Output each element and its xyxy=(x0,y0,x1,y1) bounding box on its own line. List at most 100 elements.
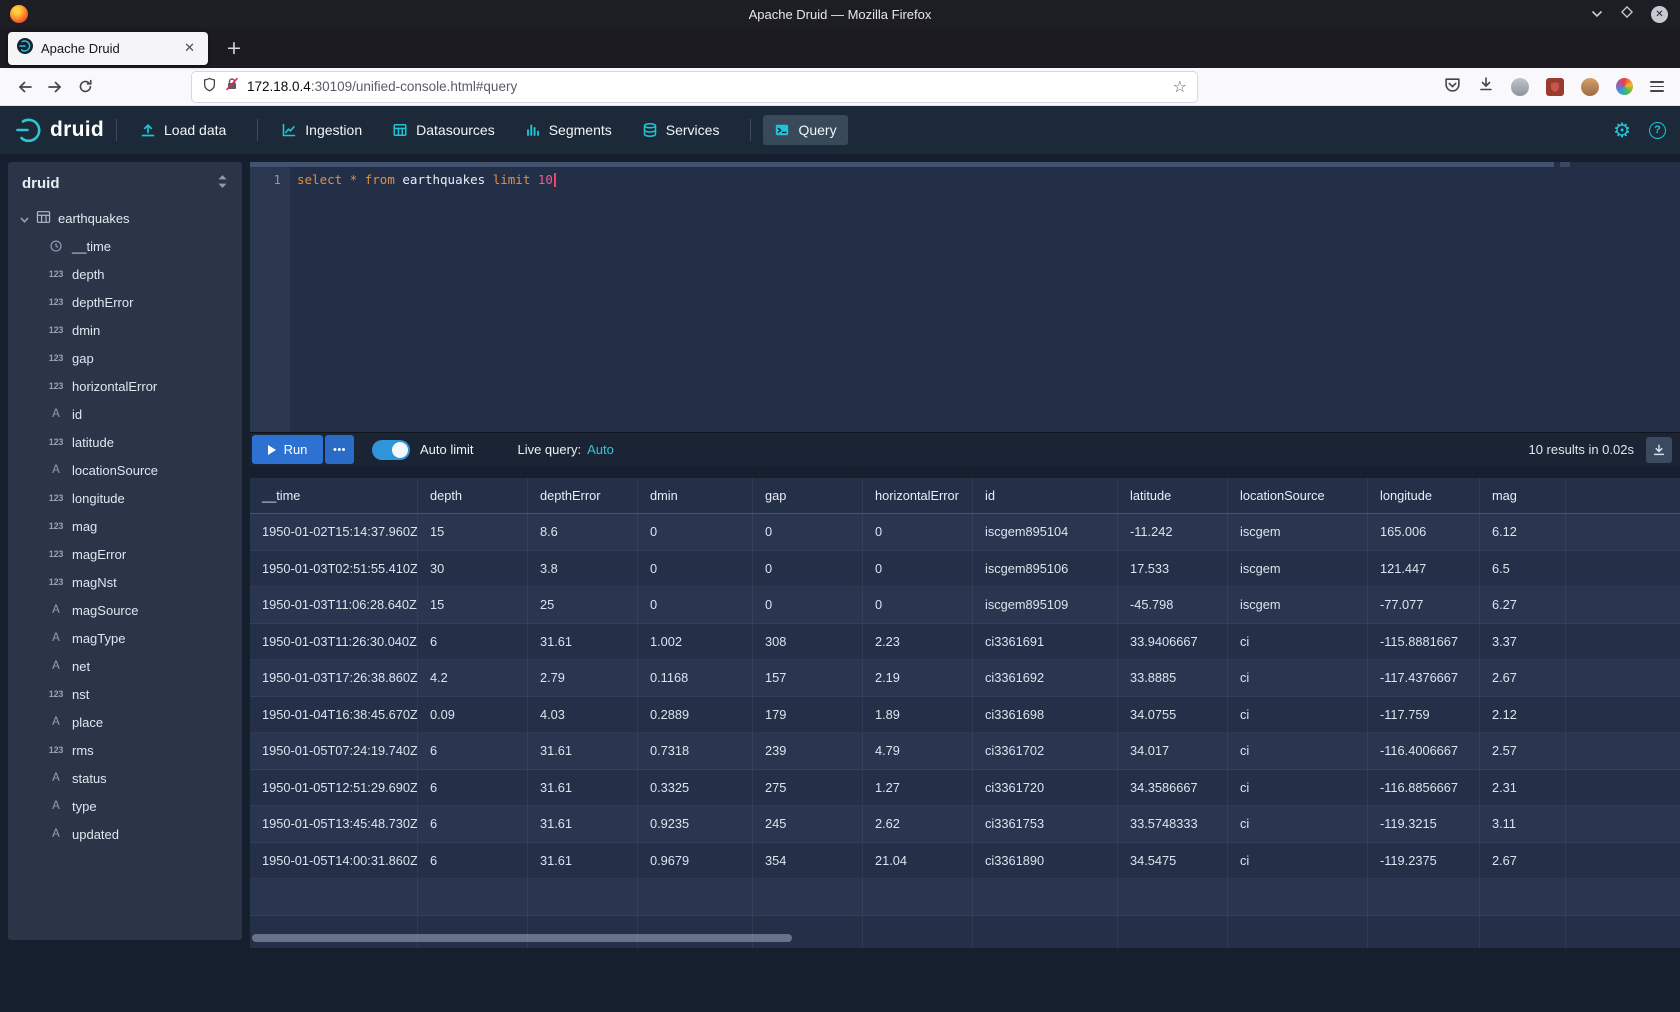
nav-ingestion[interactable]: Ingestion xyxy=(270,115,373,145)
sidebar-column-item[interactable]: Astatus xyxy=(8,764,242,792)
sidebar-column-item[interactable]: __time xyxy=(8,232,242,260)
ublock-extension-icon[interactable] xyxy=(1546,78,1564,96)
table-cell[interactable]: 0 xyxy=(638,551,753,587)
menu-icon[interactable] xyxy=(1650,81,1664,92)
table-cell[interactable]: ci xyxy=(1228,806,1368,842)
sidebar-column-item[interactable]: AmagType xyxy=(8,624,242,652)
sidebar-column-item[interactable]: 123magError xyxy=(8,540,242,568)
table-cell[interactable]: 0.09 xyxy=(418,697,528,733)
insecure-lock-icon[interactable] xyxy=(225,77,239,96)
table-cell[interactable]: ci3361698 xyxy=(973,697,1118,733)
table-cell[interactable]: iscgem895104 xyxy=(973,514,1118,550)
table-cell[interactable]: 2.67 xyxy=(1480,660,1566,696)
table-cell[interactable]: -116.8856667 xyxy=(1368,770,1480,806)
table-cell[interactable]: ci xyxy=(1228,770,1368,806)
window-shade-button[interactable] xyxy=(1591,5,1603,23)
settings-gear-icon[interactable]: ⚙ xyxy=(1613,120,1631,140)
sidebar-column-item[interactable]: AmagSource xyxy=(8,596,242,624)
column-header[interactable]: mag xyxy=(1480,478,1566,513)
table-cell[interactable]: 15 xyxy=(418,587,528,623)
sidebar-column-item[interactable]: 123depth xyxy=(8,260,242,288)
sidebar-column-item[interactable]: 123latitude xyxy=(8,428,242,456)
table-cell[interactable]: 1950-01-04T16:38:45.670Z xyxy=(250,697,418,733)
table-cell[interactable]: 8.6 xyxy=(528,514,638,550)
table-cell[interactable]: 0 xyxy=(638,514,753,550)
table-cell[interactable]: 1950-01-05T12:51:29.690Z xyxy=(250,770,418,806)
table-cell[interactable]: 0 xyxy=(863,514,973,550)
code-area[interactable]: select * from earthquakes limit 10 xyxy=(290,162,1680,432)
auto-limit-toggle[interactable] xyxy=(372,440,410,460)
table-cell[interactable]: 1.002 xyxy=(638,624,753,660)
table-cell[interactable]: 0.3325 xyxy=(638,770,753,806)
sidebar-column-item[interactable]: 123mag xyxy=(8,512,242,540)
column-header[interactable]: depth xyxy=(418,478,528,513)
table-cell[interactable]: 6.5 xyxy=(1480,551,1566,587)
sidebar-column-item[interactable]: 123magNst xyxy=(8,568,242,596)
table-cell[interactable]: 34.017 xyxy=(1118,733,1228,769)
table-cell[interactable]: 1950-01-03T17:26:38.860Z xyxy=(250,660,418,696)
table-cell[interactable]: 308 xyxy=(753,624,863,660)
back-button[interactable] xyxy=(10,72,40,102)
table-cell[interactable]: 0.9679 xyxy=(638,843,753,879)
table-cell[interactable]: 1950-01-05T07:24:19.740Z xyxy=(250,733,418,769)
table-cell[interactable]: -11.242 xyxy=(1118,514,1228,550)
table-cell[interactable]: -77.077 xyxy=(1368,587,1480,623)
table-cell[interactable]: 3.8 xyxy=(528,551,638,587)
table-cell[interactable]: 34.5475 xyxy=(1118,843,1228,879)
nav-load-data[interactable]: Load data xyxy=(129,115,237,145)
table-cell[interactable]: 0.1168 xyxy=(638,660,753,696)
table-cell[interactable]: -45.798 xyxy=(1118,587,1228,623)
bookmark-star-icon[interactable]: ☆ xyxy=(1173,77,1187,96)
window-maximize-button[interactable] xyxy=(1621,5,1633,23)
editor-scrollbar[interactable] xyxy=(250,162,1554,167)
table-cell[interactable]: 2.67 xyxy=(1480,843,1566,879)
table-cell[interactable]: 245 xyxy=(753,806,863,842)
table-cell[interactable]: -116.4006667 xyxy=(1368,733,1480,769)
table-cell[interactable]: 2.79 xyxy=(528,660,638,696)
table-cell[interactable]: 30 xyxy=(418,551,528,587)
table-cell[interactable]: iscgem xyxy=(1228,587,1368,623)
column-header[interactable]: gap xyxy=(753,478,863,513)
nav-datasources[interactable]: Datasources xyxy=(381,115,506,145)
table-cell[interactable]: iscgem xyxy=(1228,551,1368,587)
sidebar-column-item[interactable]: 123dmin xyxy=(8,316,242,344)
new-tab-button[interactable]: + xyxy=(220,37,248,59)
table-cell[interactable]: 1950-01-05T13:45:48.730Z xyxy=(250,806,418,842)
table-cell[interactable]: 4.79 xyxy=(863,733,973,769)
table-cell[interactable]: ci3361753 xyxy=(973,806,1118,842)
help-icon[interactable]: ? xyxy=(1649,122,1666,139)
table-cell[interactable]: 239 xyxy=(753,733,863,769)
url-text[interactable]: 172.18.0.4:30109/unified-console.html#qu… xyxy=(247,79,1165,94)
table-cell[interactable]: 0 xyxy=(753,587,863,623)
profile-extension-icon[interactable] xyxy=(1581,78,1599,96)
nav-segments[interactable]: Segments xyxy=(514,115,623,145)
account-icon[interactable] xyxy=(1511,78,1529,96)
window-close-button[interactable]: ✕ xyxy=(1651,6,1668,23)
column-header[interactable]: id xyxy=(973,478,1118,513)
sidebar-column-item[interactable]: Aupdated xyxy=(8,820,242,848)
datasource-item[interactable]: earthquakes xyxy=(8,204,242,232)
table-cell[interactable]: 31.61 xyxy=(528,843,638,879)
downloads-icon[interactable] xyxy=(1478,76,1494,97)
table-cell[interactable]: 6 xyxy=(418,733,528,769)
table-cell[interactable]: 17.533 xyxy=(1118,551,1228,587)
table-cell[interactable]: 31.61 xyxy=(528,770,638,806)
table-cell[interactable]: 6.12 xyxy=(1480,514,1566,550)
sidebar-column-item[interactable]: Aplace xyxy=(8,708,242,736)
pocket-icon[interactable] xyxy=(1444,76,1461,98)
table-cell[interactable]: 0 xyxy=(638,587,753,623)
sidebar-column-item[interactable]: 123nst xyxy=(8,680,242,708)
chevron-down-icon[interactable] xyxy=(20,211,29,226)
table-cell[interactable]: -119.2375 xyxy=(1368,843,1480,879)
live-query-value[interactable]: Auto xyxy=(587,442,614,457)
pinwheel-extension-icon[interactable] xyxy=(1616,78,1633,95)
table-cell[interactable]: 0 xyxy=(753,514,863,550)
table-cell[interactable]: 6 xyxy=(418,624,528,660)
sidebar-column-item[interactable]: 123rms xyxy=(8,736,242,764)
table-cell[interactable]: 33.5748333 xyxy=(1118,806,1228,842)
table-cell[interactable]: 6.27 xyxy=(1480,587,1566,623)
table-cell[interactable]: 0 xyxy=(753,551,863,587)
table-cell[interactable]: 1.89 xyxy=(863,697,973,733)
table-cell[interactable]: 4.2 xyxy=(418,660,528,696)
column-header[interactable]: latitude xyxy=(1118,478,1228,513)
